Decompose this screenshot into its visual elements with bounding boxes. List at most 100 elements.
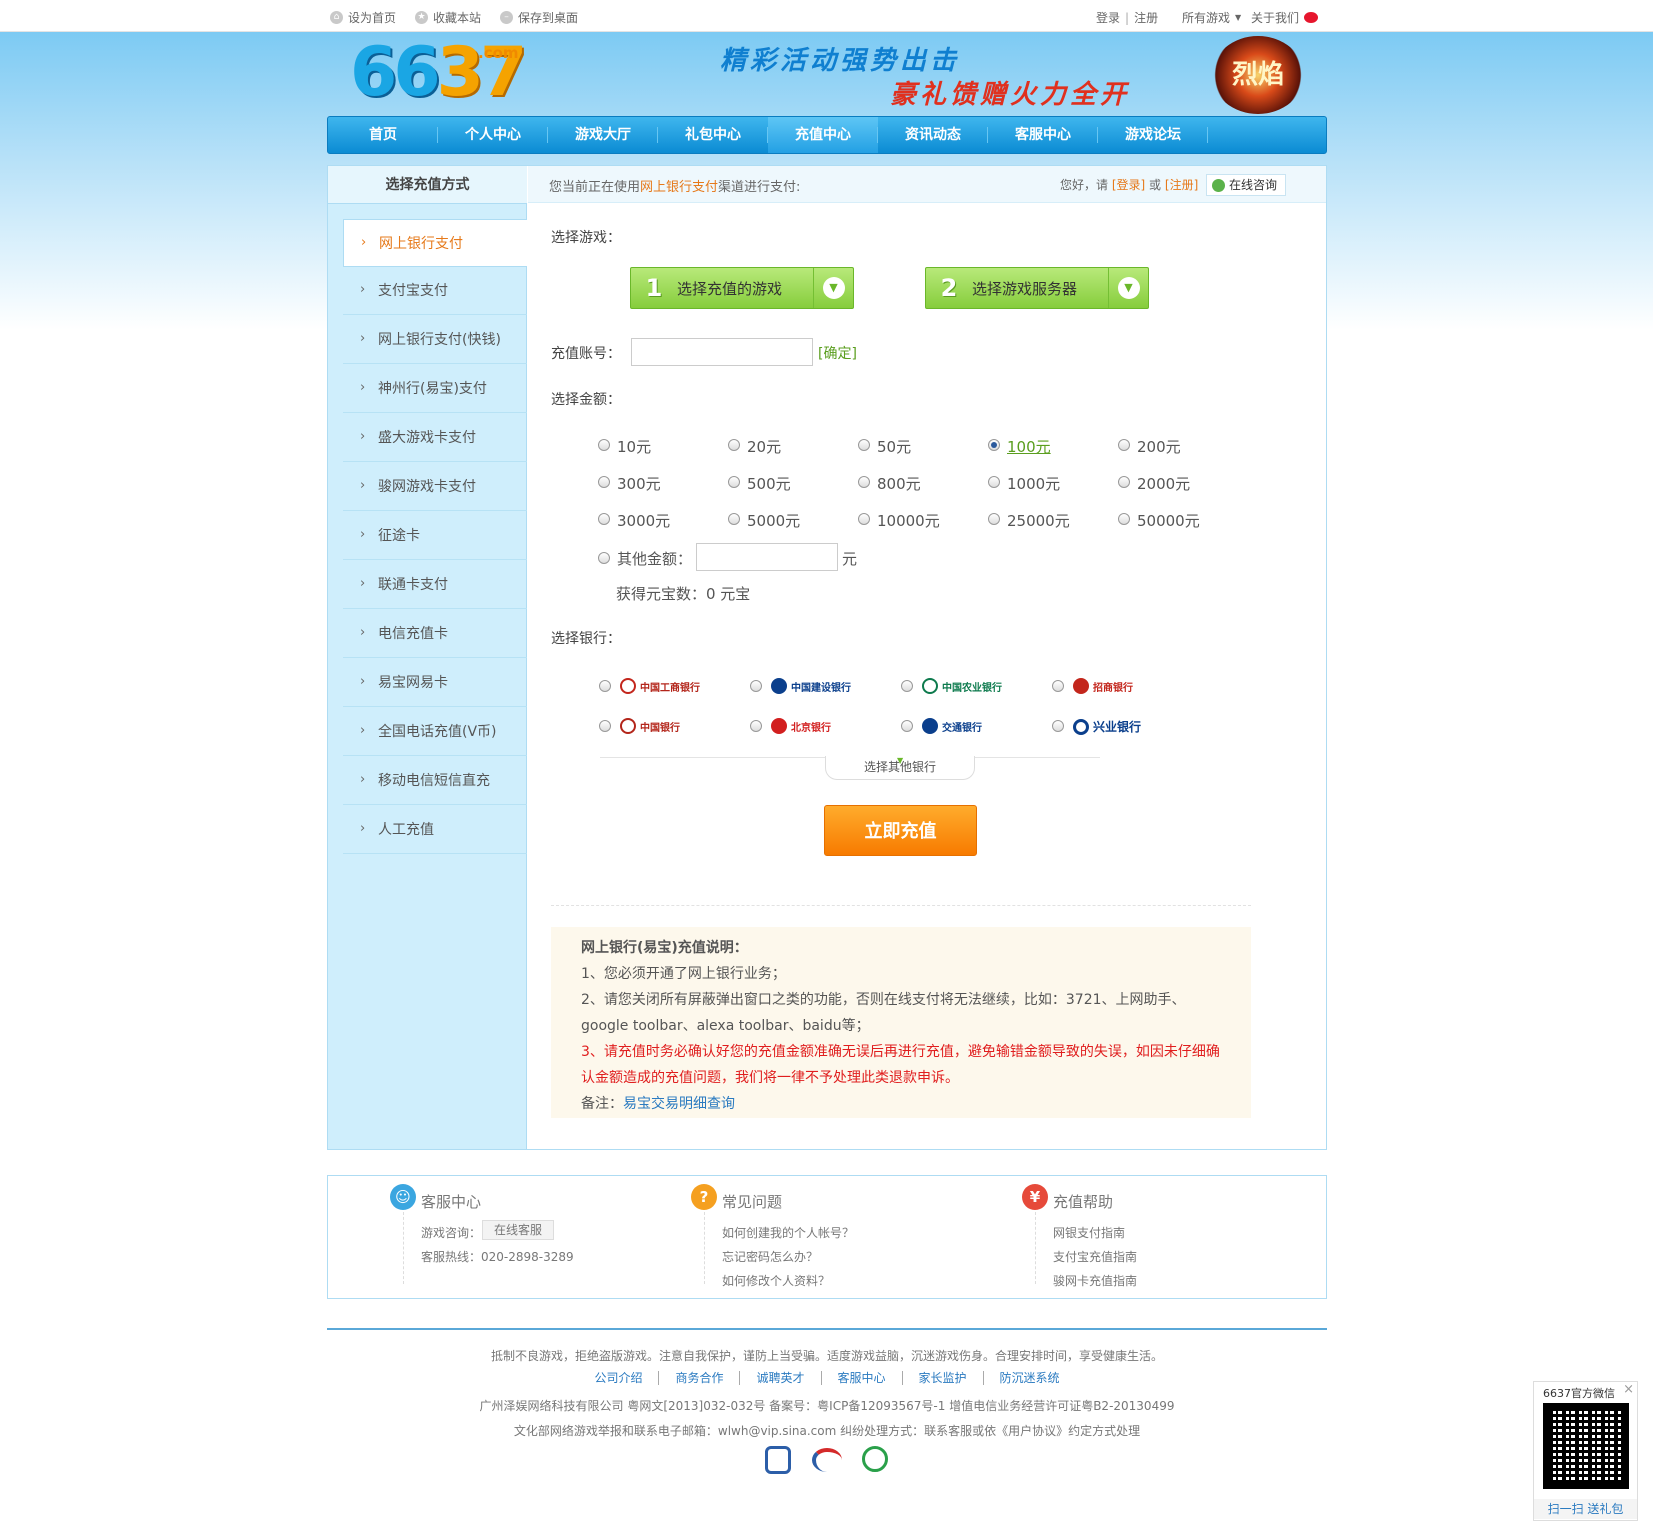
sidebar-item-bank[interactable]: 网上银行支付 [343,219,527,267]
amount-option[interactable]: 25000元 [1007,510,1070,531]
bank-radio[interactable] [599,680,611,692]
sidebar-item-manual[interactable]: 人工充值 [343,805,527,854]
footer-link-anti-addiction[interactable]: 防沉迷系统 [984,1371,1076,1385]
pay-help-link[interactable]: 网银支付指南 [1053,1224,1125,1241]
amount-option[interactable]: 1000元 [1007,473,1060,494]
amount-option[interactable]: 50元 [877,436,911,457]
amount-radio-selected[interactable] [988,439,1000,451]
amount-radio[interactable] [728,476,740,488]
about-us-link[interactable]: 关于我们 [1251,9,1319,26]
credit-badge-icon[interactable] [862,1446,888,1472]
dropdown-toggle[interactable]: ▼ [1108,268,1148,308]
nav-service[interactable]: 客服中心 [988,117,1098,153]
amount-radio[interactable] [858,439,870,451]
yibao-query-link[interactable]: 易宝交易明细查询 [623,1096,735,1112]
amount-radio[interactable] [598,476,610,488]
all-games-dropdown[interactable]: 所有游戏 ▼ [1182,9,1241,26]
bank-radio[interactable] [1052,720,1064,732]
sidebar-item-unicom[interactable]: 联通卡支付 [343,560,527,609]
amount-radio[interactable] [1118,439,1130,451]
dropdown-toggle[interactable]: ▼ [813,268,853,308]
bank-boc[interactable]: 中国银行 [620,718,680,734]
status-register-link[interactable]: [注册] [1165,178,1198,192]
bank-radio[interactable] [750,720,762,732]
close-icon[interactable]: × [1623,1382,1634,1397]
qr-caption[interactable]: 扫一扫 送礼包 [1534,1499,1637,1519]
faq-link[interactable]: 如何修改个人资料？ [722,1272,830,1289]
bank-icbc[interactable]: 中国工商银行 [620,678,700,694]
nav-home[interactable]: 首页 [328,117,438,153]
online-service-button[interactable]: 在线客服 [482,1220,554,1240]
account-input[interactable] [631,338,813,366]
amount-radio[interactable] [728,513,740,525]
footer-link-service[interactable]: 客服中心 [822,1371,903,1385]
pay-help-link[interactable]: 骏网卡充值指南 [1053,1272,1137,1289]
amount-option[interactable]: 2000元 [1137,473,1190,494]
amount-radio[interactable] [988,513,1000,525]
bank-cib[interactable]: 兴业银行 [1073,718,1141,735]
license-badge-icon[interactable] [812,1448,842,1472]
submit-recharge-button[interactable]: 立即充值 [824,805,977,856]
set-home-link[interactable]: ⌂ 设为首页 [330,9,396,26]
login-link[interactable]: 登录 [1096,9,1120,26]
amount-radio[interactable] [988,476,1000,488]
amount-option[interactable]: 300元 [617,473,661,494]
sidebar-item-sms[interactable]: 移动电信短信直充 [343,756,527,805]
sidebar-item-szx[interactable]: 神州行(易宝)支付 [343,364,527,413]
confirm-account-button[interactable]: [确定] [818,343,857,363]
bank-cmb[interactable]: 招商银行 [1073,678,1133,694]
banner-subline[interactable]: 豪礼馈赠火力全开 [890,74,1130,111]
amount-radio[interactable] [598,439,610,451]
favorite-link[interactable]: ★ 收藏本站 [415,9,481,26]
amount-radio[interactable] [1118,476,1130,488]
select-game-dropdown[interactable]: 1 选择充值的游戏 ▼ [630,267,854,309]
register-link[interactable]: 注册 [1134,9,1158,26]
amount-option[interactable]: 200元 [1137,436,1181,457]
sidebar-item-zhengtu[interactable]: 征途卡 [343,511,527,560]
amount-option[interactable]: 3000元 [617,510,670,531]
amount-option[interactable]: 500元 [747,473,791,494]
banner-headline[interactable]: 精彩活动强势出击 [720,40,960,77]
faq-link[interactable]: 如何创建我的个人帐号？ [722,1224,854,1241]
sidebar-item-yibao[interactable]: 易宝网易卡 [343,658,527,707]
nav-game-hall[interactable]: 游戏大厅 [548,117,658,153]
online-consult-button[interactable]: 在线咨询 [1206,174,1286,196]
amount-radio[interactable] [728,439,740,451]
footer-link-parents[interactable]: 家长监护 [903,1371,984,1385]
nav-personal[interactable]: 个人中心 [438,117,548,153]
bank-radio[interactable] [1052,680,1064,692]
sidebar-item-shanda[interactable]: 盛大游戏卡支付 [343,413,527,462]
bank-bocom[interactable]: 交通银行 [922,718,982,734]
amount-option[interactable]: 5000元 [747,510,800,531]
sidebar-item-alipay[interactable]: 支付宝支付 [343,266,527,315]
footer-link-jobs[interactable]: 诚聘英才 [740,1371,822,1385]
bank-radio[interactable] [901,680,913,692]
more-banks-button[interactable]: ▼ 选择其他银行 [825,756,975,780]
sidebar-item-telecom[interactable]: 电信充值卡 [343,609,527,658]
other-amount-input[interactable] [696,543,838,571]
amount-option[interactable]: 10000元 [877,510,940,531]
nav-forum[interactable]: 游戏论坛 [1098,117,1208,153]
sidebar-item-bank-kuaiqian[interactable]: 网上银行支付(快钱) [343,315,527,364]
amount-option[interactable]: 10元 [617,436,651,457]
amount-option-selected[interactable]: 100元 [1007,436,1051,457]
amount-option[interactable]: 50000元 [1137,510,1200,531]
amount-option[interactable]: 800元 [877,473,921,494]
sidebar-item-vcoin[interactable]: 全国电话充值(V币) [343,707,527,756]
amount-option[interactable]: 20元 [747,436,781,457]
save-desktop-link[interactable]: – 保存到桌面 [500,9,578,26]
amount-radio[interactable] [598,513,610,525]
bank-radio[interactable] [901,720,913,732]
pay-help-link[interactable]: 支付宝充值指南 [1053,1248,1137,1265]
select-server-dropdown[interactable]: 2 选择游戏服务器 ▼ [925,267,1149,309]
bank-bob[interactable]: 北京银行 [771,718,831,734]
nav-recharge[interactable]: 充值中心 [768,117,878,153]
amount-radio[interactable] [1118,513,1130,525]
faq-link[interactable]: 忘记密码怎么办？ [722,1248,818,1265]
footer-link-business[interactable]: 商务合作 [659,1371,741,1385]
bank-radio[interactable] [750,680,762,692]
bank-radio[interactable] [599,720,611,732]
sidebar-item-junnet[interactable]: 骏网游戏卡支付 [343,462,527,511]
status-login-link[interactable]: [登录] [1112,178,1145,192]
other-amount-radio[interactable] [598,552,610,564]
